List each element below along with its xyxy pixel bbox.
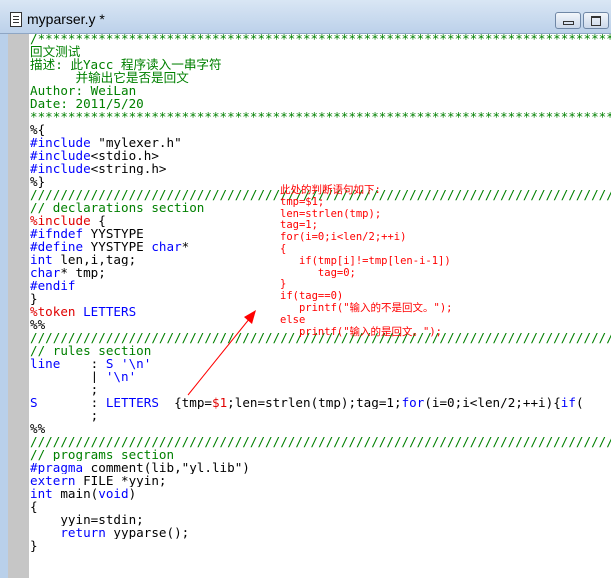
annotation-arrow	[187, 310, 256, 396]
arrow-head	[244, 310, 256, 324]
arrow-line	[187, 317, 251, 396]
